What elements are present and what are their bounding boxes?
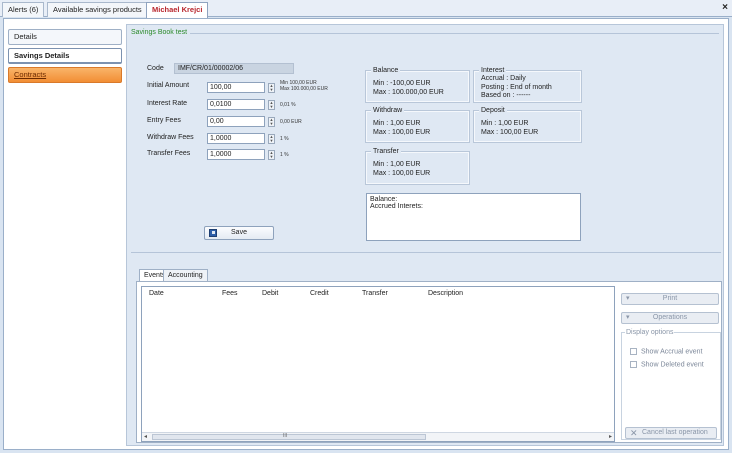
operations-button[interactable]: ▾ Operations xyxy=(621,312,719,324)
balance-max: Max : 100.000,00 EUR xyxy=(373,89,444,96)
initial-amount-label: Initial Amount xyxy=(147,82,190,89)
events-list[interactable]: Date Fees Debit Credit Transfer Descript… xyxy=(141,286,615,442)
interest-posting: Posting : End of month xyxy=(481,84,552,91)
deposit-group-title: Deposit xyxy=(479,107,507,114)
save-button-label: Save xyxy=(231,229,247,236)
transfer-group: Transfer Min : 1,00 EUR Max : 100,00 EUR xyxy=(365,148,470,185)
entry-fees-stepper[interactable]: ▲ ▼ xyxy=(268,117,275,127)
code-field: IMF/CR/01/00002/06 xyxy=(174,63,294,74)
withdraw-fees-stepper[interactable]: ▲ ▼ xyxy=(268,134,275,144)
print-button-label: Print xyxy=(662,295,678,302)
interest-rate-field[interactable]: 0,0100 xyxy=(207,99,265,110)
dropdown-arrow-icon: ▾ xyxy=(626,295,630,302)
group-divider xyxy=(171,33,719,34)
show-accrual-checkbox[interactable]: Show Accrual event xyxy=(630,348,702,355)
floppy-disk-icon xyxy=(209,229,217,237)
interest-rate-stepper[interactable]: ▲ ▼ xyxy=(268,100,275,110)
scroll-right-icon[interactable]: ▸ xyxy=(609,433,612,441)
withdraw-group: Withdraw Min : 1,00 EUR Max : 100,00 EUR xyxy=(365,107,470,143)
dropdown-arrow-icon: ▾ xyxy=(626,314,630,321)
entry-fees-hint: 0,00 EUR xyxy=(280,119,302,125)
transfer-fees-label: Transfer Fees xyxy=(147,150,191,157)
group-title: Savings Book test xyxy=(131,29,191,36)
scrollbar-grip: III xyxy=(283,433,288,439)
interest-rate-hint: 0,01 % xyxy=(280,102,296,108)
balance-group-title: Balance xyxy=(371,67,401,74)
initial-amount-field[interactable]: 100,00 xyxy=(207,82,265,93)
client-window: Details Savings Details Contracts Saving… xyxy=(3,18,729,450)
print-button[interactable]: ▾ Print xyxy=(621,293,719,305)
transfer-fees-stepper[interactable]: ▲ ▼ xyxy=(268,150,275,160)
cancel-x-icon: ✕ xyxy=(630,428,638,438)
column-header-debit[interactable]: Debit xyxy=(262,290,278,297)
transfer-fees-field[interactable]: 1,0000 xyxy=(207,149,265,160)
balance-group: Balance Min : -100,00 EUR Max : 100.000,… xyxy=(365,67,470,103)
column-header-transfer[interactable]: Transfer xyxy=(362,290,388,297)
interest-based-on: Based on : ------ xyxy=(481,92,531,99)
tab-client-michael-krejci[interactable]: Michael Krejci xyxy=(146,2,209,18)
withdraw-fees-hint: 1 % xyxy=(280,136,289,142)
nav-savings-details[interactable]: Savings Details xyxy=(8,48,122,64)
cancel-last-operation-label: Cancel last operation xyxy=(642,429,708,436)
deposit-min: Min : 1,00 EUR xyxy=(481,120,529,127)
balance-summary-box: Balance: Accrued Interets: xyxy=(366,193,581,241)
horizontal-scrollbar[interactable]: ◂ III ▸ xyxy=(142,432,614,441)
interest-accrual: Accrual : Daily xyxy=(481,75,526,82)
events-panel: Date Fees Debit Credit Transfer Descript… xyxy=(136,281,722,443)
section-separator xyxy=(131,252,721,253)
show-deleted-label: Show Deleted event xyxy=(641,361,704,369)
entry-fees-field[interactable]: 0,00 xyxy=(207,116,265,127)
tab-alerts[interactable]: Alerts (6) xyxy=(2,2,45,17)
initial-amount-max-hint: Max 100.000,00 EUR xyxy=(280,86,328,92)
column-header-fees[interactable]: Fees xyxy=(222,290,238,297)
withdraw-min: Min : 1,00 EUR xyxy=(373,120,421,127)
operations-button-label: Operations xyxy=(652,314,688,321)
code-label: Code xyxy=(147,65,164,72)
scrollbar-thumb[interactable]: III xyxy=(152,433,426,440)
tab-available-savings-products[interactable]: Available savings products xyxy=(47,2,148,17)
transfer-min: Min : 1,00 EUR xyxy=(373,161,421,168)
withdraw-fees-label: Withdraw Fees xyxy=(147,134,194,141)
close-icon[interactable]: × xyxy=(722,2,728,14)
transfer-fees-hint: 1 % xyxy=(280,152,289,158)
checkbox-icon[interactable] xyxy=(630,361,637,368)
document-tab-bar: Alerts (6) Available savings products Mi… xyxy=(0,0,732,18)
checkbox-icon[interactable] xyxy=(630,348,637,355)
balance-min: Min : -100,00 EUR xyxy=(373,80,431,87)
display-options-group: Display options Show Accrual event Show … xyxy=(621,329,721,440)
interest-group: Interest Accrual : Daily Posting : End o… xyxy=(473,67,582,103)
deposit-max: Max : 100,00 EUR xyxy=(481,129,539,136)
left-navigation: Details Savings Details Contracts xyxy=(8,29,122,86)
withdraw-fees-field[interactable]: 1,0000 xyxy=(207,133,265,144)
savings-details-panel: Savings Book test Code IMF/CR/01/00002/0… xyxy=(126,24,724,446)
interest-rate-label: Interest Rate xyxy=(147,100,188,107)
initial-amount-stepper[interactable]: ▲ ▼ xyxy=(268,83,275,93)
deposit-group: Deposit Min : 1,00 EUR Max : 100,00 EUR xyxy=(473,107,582,143)
balance-summary-accrued-interests: Accrued Interets: xyxy=(370,203,423,210)
withdraw-max: Max : 100,00 EUR xyxy=(373,129,431,136)
scroll-left-icon[interactable]: ◂ xyxy=(144,433,147,441)
column-header-credit[interactable]: Credit xyxy=(310,290,329,297)
interest-group-title: Interest xyxy=(479,67,507,74)
show-accrual-label: Show Accrual event xyxy=(641,348,703,356)
withdraw-group-title: Withdraw xyxy=(371,107,405,114)
balance-summary-balance: Balance: xyxy=(370,196,398,203)
nav-details[interactable]: Details xyxy=(8,29,122,45)
show-deleted-checkbox[interactable]: Show Deleted event xyxy=(630,361,704,368)
column-header-description[interactable]: Description xyxy=(428,290,463,297)
display-options-title: Display options xyxy=(625,329,675,336)
cancel-last-operation-button[interactable]: ✕ Cancel last operation xyxy=(625,427,717,439)
entry-fees-label: Entry Fees xyxy=(147,117,181,124)
transfer-group-title: Transfer xyxy=(371,148,401,155)
nav-contracts[interactable]: Contracts xyxy=(8,67,122,83)
save-button[interactable]: Save xyxy=(204,226,274,240)
column-header-date[interactable]: Date xyxy=(149,290,164,297)
transfer-max: Max : 100,00 EUR xyxy=(373,170,431,177)
